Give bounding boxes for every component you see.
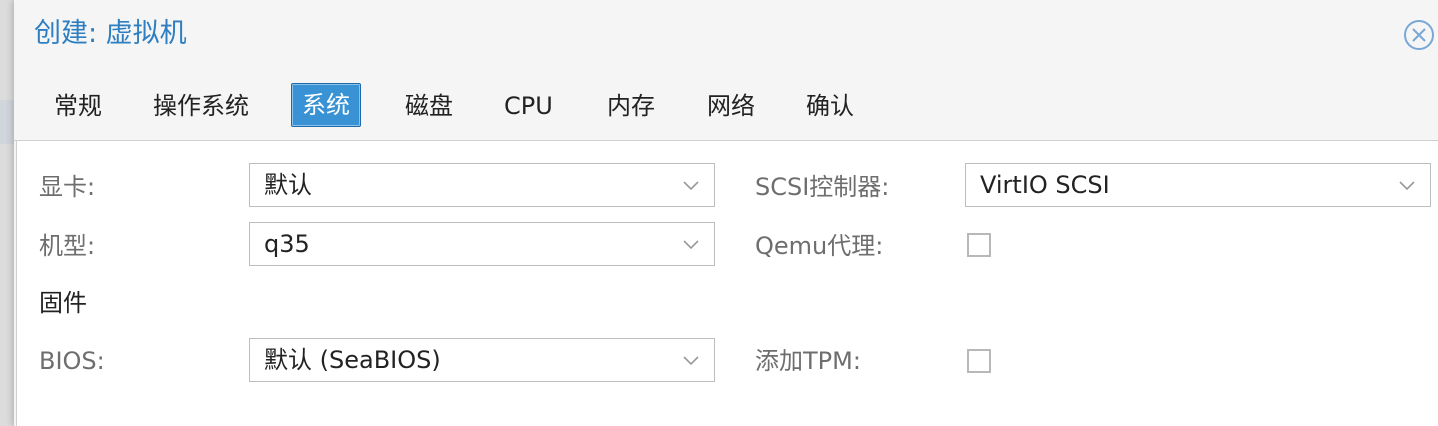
dialog-title: 创建: 虚拟机 bbox=[34, 18, 187, 49]
graphics-card-select[interactable]: 默认 bbox=[249, 163, 715, 207]
qemu-agent-checkbox[interactable] bbox=[967, 233, 991, 257]
chevron-down-icon bbox=[683, 356, 699, 366]
chevron-down-icon bbox=[1399, 181, 1415, 191]
chevron-down-icon bbox=[683, 181, 699, 191]
chevron-down-icon bbox=[683, 240, 699, 250]
close-button[interactable] bbox=[1402, 18, 1436, 52]
bios-select[interactable]: 默认 (SeaBIOS) bbox=[249, 338, 715, 382]
background-panel bbox=[0, 0, 14, 426]
firmware-section-title: 固件 bbox=[39, 289, 87, 317]
tab-network[interactable]: 网络 bbox=[703, 86, 759, 126]
close-circle-icon bbox=[1404, 20, 1434, 50]
machine-select[interactable]: q35 bbox=[249, 222, 715, 266]
scsi-controller-label: SCSI控制器: bbox=[755, 173, 890, 201]
tab-system[interactable]: 系统 bbox=[291, 83, 361, 127]
graphics-card-value: 默认 bbox=[264, 171, 312, 199]
add-tpm-label: 添加TPM: bbox=[755, 347, 861, 375]
create-vm-dialog: 创建: 虚拟机 常规 操作系统 系统 磁盘 CPU 内存 网络 确认 显卡: 默… bbox=[14, 0, 1438, 426]
tab-memory[interactable]: 内存 bbox=[603, 86, 659, 126]
tab-os[interactable]: 操作系统 bbox=[149, 86, 253, 126]
tab-cpu[interactable]: CPU bbox=[500, 86, 557, 126]
scsi-controller-select[interactable]: VirtIO SCSI bbox=[965, 163, 1431, 207]
dialog-titlebar: 创建: 虚拟机 bbox=[14, 0, 1438, 70]
bios-value: 默认 (SeaBIOS) bbox=[264, 346, 441, 374]
machine-value: q35 bbox=[264, 230, 310, 258]
machine-label: 机型: bbox=[39, 232, 96, 260]
graphics-card-label: 显卡: bbox=[39, 173, 96, 201]
background-band bbox=[0, 100, 14, 144]
system-form-panel: 显卡: 默认 机型: q35 固件 BIOS: 默认 (SeaBIOS) SCS… bbox=[16, 141, 1438, 426]
wizard-tab-bar: 常规 操作系统 系统 磁盘 CPU 内存 网络 确认 bbox=[14, 70, 1438, 141]
tab-general[interactable]: 常规 bbox=[50, 86, 106, 126]
scsi-controller-value: VirtIO SCSI bbox=[980, 171, 1110, 199]
qemu-agent-label: Qemu代理: bbox=[755, 232, 884, 260]
tab-disk[interactable]: 磁盘 bbox=[401, 86, 457, 126]
bios-label: BIOS: bbox=[39, 347, 105, 375]
add-tpm-checkbox[interactable] bbox=[967, 349, 991, 373]
tab-confirm[interactable]: 确认 bbox=[802, 86, 858, 126]
